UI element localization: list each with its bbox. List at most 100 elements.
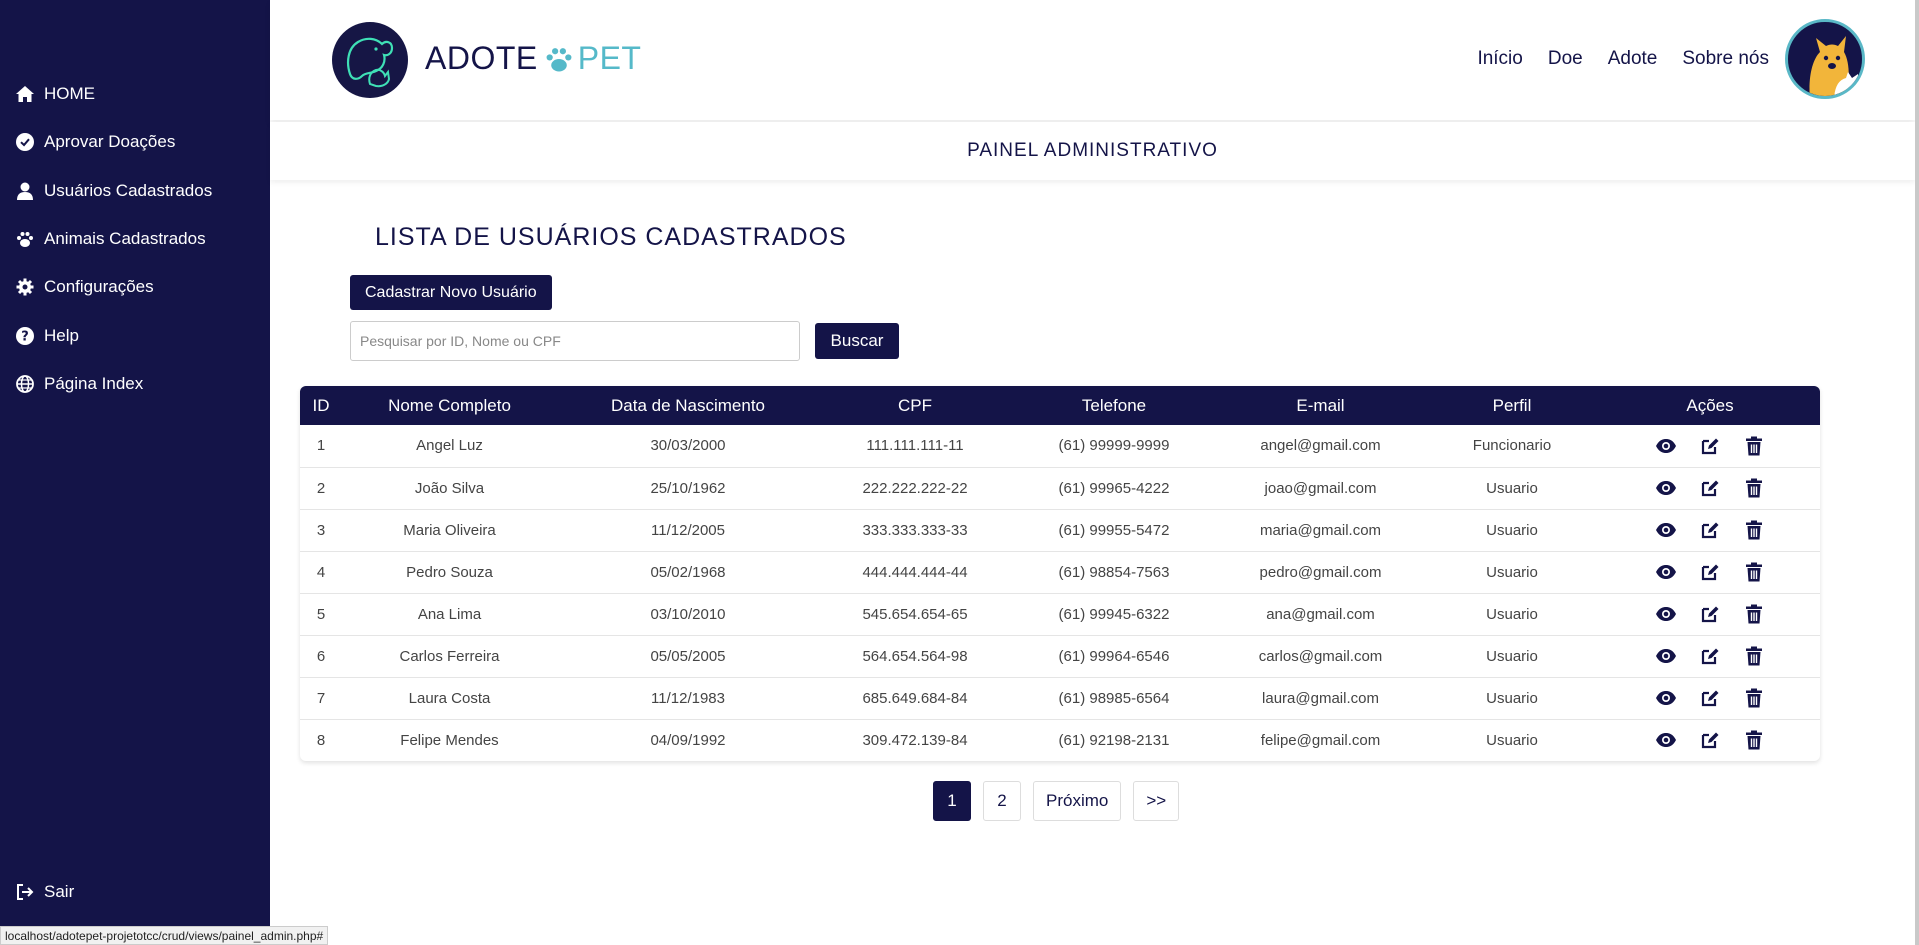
table-cell: Carlos Ferreira [342,635,557,678]
avatar[interactable] [1785,19,1865,99]
table-cell: 05/02/1968 [557,551,819,594]
table-cell: 25/10/1962 [557,467,819,510]
trash-icon[interactable] [1742,644,1766,668]
sidebar-item-help[interactable]: ? Help [14,321,79,351]
next-page-button[interactable]: Próximo [1033,781,1122,821]
sidebar-item-label: Sair [44,882,75,901]
table-cell: 2 [300,467,342,510]
sidebar-item-animais[interactable]: Animais Cadastrados [14,224,206,254]
sidebar-item-sair[interactable]: Sair [14,877,74,907]
table-cell: Usuario [1424,635,1600,678]
main-nav: Início Doe Adote Sobre nós [1477,48,1769,70]
home-icon [14,83,36,105]
table-cell: (61) 99999-9999 [1011,425,1217,468]
table-row: 2 João Silva 25/10/1962 222.222.222-22 (61) … [300,467,1820,510]
table-cell: joao@gmail.com [1217,467,1424,510]
sidebar: HOME Aprovar Doações Usuários Cadastrado… [0,0,270,945]
view-icon[interactable] [1654,644,1678,668]
actions-cell [1600,677,1820,720]
view-icon[interactable] [1654,476,1678,500]
table-cell: Angel Luz [342,425,557,468]
edit-icon[interactable] [1698,644,1722,668]
nav-adote[interactable]: Adote [1608,48,1658,70]
trash-icon[interactable] [1742,728,1766,752]
sidebar-item-aprovar-doacoes[interactable]: Aprovar Doações [14,127,175,157]
edit-icon[interactable] [1698,476,1722,500]
search-input[interactable] [350,321,800,361]
logout-icon [14,881,36,903]
column-header: Nome Completo [342,386,557,425]
table-cell: (61) 99965-4222 [1011,467,1217,510]
table-cell: ana@gmail.com [1217,593,1424,636]
table-cell: 309.472.139-84 [862,731,968,749]
column-header: Perfil [1424,386,1600,425]
trash-icon[interactable] [1742,686,1766,710]
trash-icon[interactable] [1742,434,1766,458]
edit-icon[interactable] [1698,602,1722,626]
sidebar-item-home[interactable]: HOME [14,79,95,109]
view-icon[interactable] [1654,434,1678,458]
add-user-button[interactable]: Cadastrar Novo Usuário [350,275,552,310]
table-cell: Usuario [1424,593,1600,636]
brand-adote: ADOTE [425,40,538,76]
table-cell: 3 [300,509,342,552]
search-button[interactable]: Buscar [815,323,899,359]
view-icon[interactable] [1654,728,1678,752]
table-cell: João Silva [342,467,557,510]
logo[interactable] [332,22,408,98]
page-2-button[interactable]: 2 [983,781,1021,821]
table-row: 3 Maria Oliveira 11/12/2005 333.333.333-33(… [300,509,1820,552]
view-icon[interactable] [1654,602,1678,626]
sidebar-item-label: Aprovar Doações [44,132,176,151]
users-table: ID Nome Completo Data de Nascimento CPF … [300,386,1820,761]
nav-inicio[interactable]: Início [1477,48,1522,70]
table-cell: Ana Lima [342,593,557,636]
table-row: 1 Angel Luz 30/03/2000 111.111.111-11 (61) 9… [300,425,1820,468]
view-icon[interactable] [1654,518,1678,542]
table-cell: (61) 99945-6322 [1011,593,1217,636]
nav-sobre-nos[interactable]: Sobre nós [1682,48,1769,70]
trash-icon[interactable] [1742,476,1766,500]
edit-icon[interactable] [1698,728,1722,752]
column-header: Data de Nascimento [557,386,819,425]
actions-cell [1600,719,1820,761]
scrollbar[interactable] [1915,0,1919,945]
dog-cat-avatar-icon [1809,36,1861,96]
table-cell: 4 [300,551,342,594]
sidebar-item-usuarios[interactable]: Usuários Cadastrados [14,176,212,206]
table-cell: 6 [300,635,342,678]
edit-icon[interactable] [1698,686,1722,710]
edit-icon[interactable] [1698,560,1722,584]
nav-doe[interactable]: Doe [1548,48,1583,70]
table-cell: Maria Oliveira [342,509,557,552]
sidebar-item-label: Animais Cadastrados [44,229,206,248]
actions-cell [1600,551,1820,594]
table-cell: 444.444.444-44 [819,551,1011,594]
table-cell: carlos@gmail.com [1217,635,1424,678]
last-page-button[interactable]: >> [1133,781,1180,821]
table-cell: 333.333.333-33 [819,509,1011,552]
trash-icon[interactable] [1742,518,1766,542]
help-icon: ? [14,325,36,347]
view-icon[interactable] [1654,560,1678,584]
table-cell: Funcionario [1424,425,1600,468]
table-cell: 04/09/1992 [650,731,726,749]
sidebar-item-pagina-index[interactable]: Página Index [14,369,143,399]
sidebar-item-label: Help [44,326,79,345]
list-title: LISTA DE USUÁRIOS CADASTRADOS [375,223,847,251]
page-1-button[interactable]: 1 [933,781,971,821]
trash-icon[interactable] [1742,602,1766,626]
table-cell: 545.654.654-65 [819,593,1011,636]
table-cell: angel@gmail.com [1217,425,1424,468]
paw-icon [544,45,574,73]
edit-icon[interactable] [1698,518,1722,542]
edit-icon[interactable] [1698,434,1722,458]
sidebar-item-configuracoes[interactable]: Configurações [14,272,154,302]
table-row: 6 Carlos Ferreira 05/05/2005 564.654.564-98… [300,635,1820,678]
trash-icon[interactable] [1742,560,1766,584]
svg-text:?: ? [21,330,29,345]
table-cell: 30/03/2000 [557,425,819,468]
view-icon[interactable] [1654,686,1678,710]
page-title: PAINEL ADMINISTRATIVO [270,122,1915,180]
table-cell: (61) 99964-6546 [1011,635,1217,678]
